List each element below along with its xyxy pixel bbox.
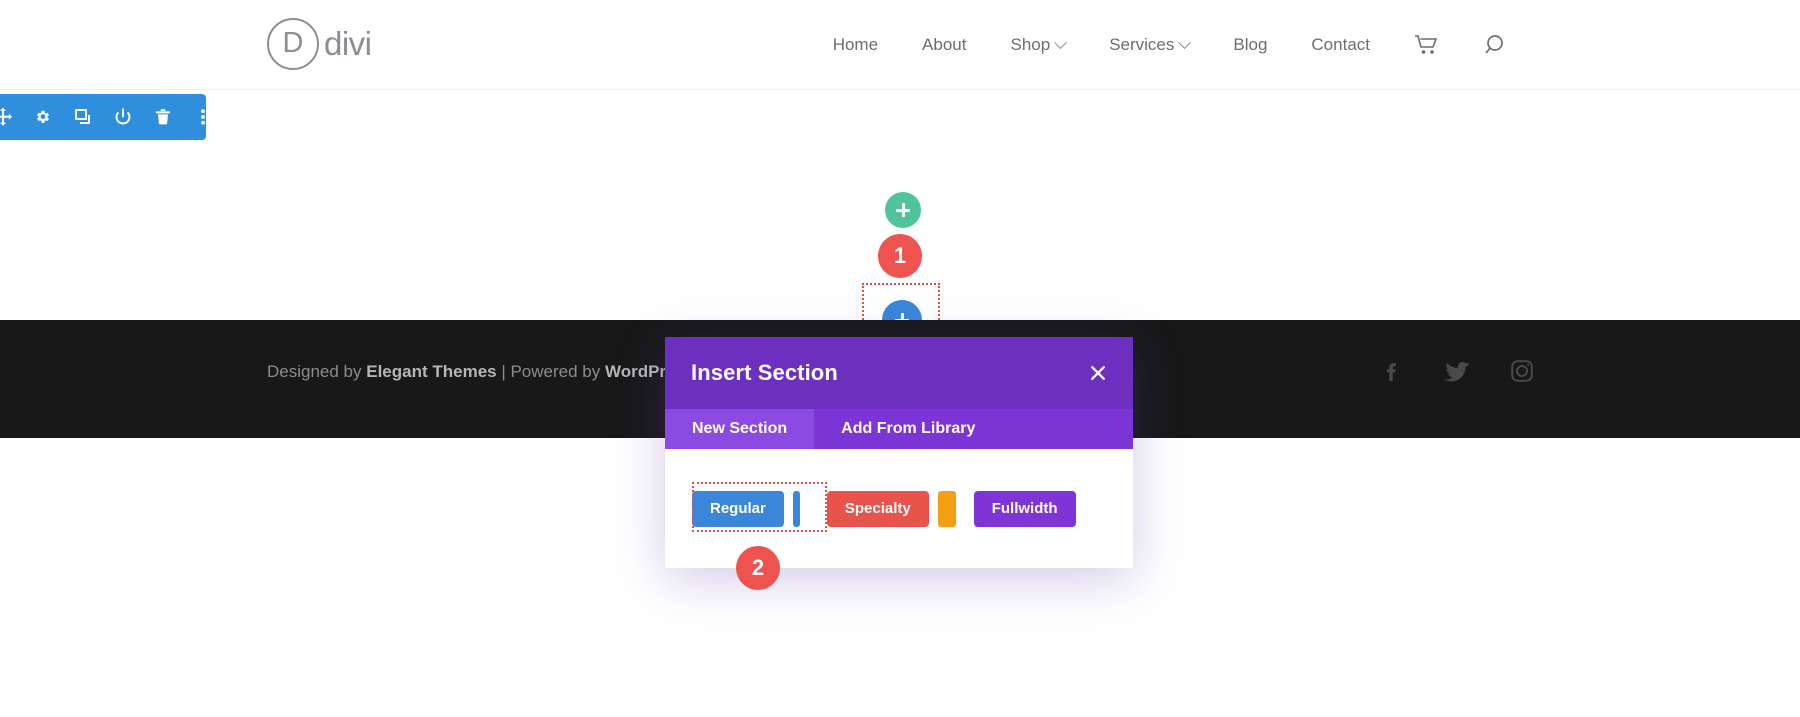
facebook-icon[interactable]: [1379, 358, 1405, 384]
footer-credit-prefix: Designed by: [267, 362, 366, 381]
cart-icon[interactable]: [1392, 34, 1462, 56]
tab-new-section[interactable]: New Section: [665, 409, 814, 449]
footer-credit-middle: | Powered by: [497, 362, 605, 381]
move-icon[interactable]: [0, 107, 13, 127]
section-type-fullwidth-button[interactable]: Fullwidth: [974, 491, 1076, 527]
section-type-options: Regular Specialty Fullwidth: [692, 491, 1076, 527]
add-section-above-button[interactable]: [885, 192, 921, 228]
twitter-icon[interactable]: [1443, 358, 1471, 384]
trash-icon[interactable]: [153, 107, 173, 127]
footer-brand-elegant-themes[interactable]: Elegant Themes: [366, 362, 496, 381]
gear-icon[interactable]: [33, 107, 53, 127]
step-badge-1: 1: [878, 234, 922, 278]
insert-section-modal: Insert Section New Section Add From Libr…: [665, 337, 1133, 568]
close-icon[interactable]: [1085, 360, 1111, 386]
nav-label: Home: [833, 35, 878, 55]
modal-title: Insert Section: [691, 360, 838, 386]
footer-credit: Designed by Elegant Themes | Powered by …: [267, 362, 694, 382]
site-logo[interactable]: D divi: [267, 18, 372, 70]
modal-body: Regular Specialty Fullwidth: [665, 449, 1133, 568]
tab-add-from-library[interactable]: Add From Library: [814, 409, 1002, 449]
search-icon[interactable]: [1462, 33, 1530, 57]
nav-label: Contact: [1311, 35, 1370, 55]
tab-label: New Section: [692, 420, 787, 438]
nav-item-shop[interactable]: Shop: [988, 35, 1087, 55]
nav-item-home[interactable]: Home: [811, 35, 900, 55]
divi-logo-icon: D: [267, 18, 319, 70]
plus-icon: [896, 203, 910, 217]
step-badge-2: 2: [736, 546, 780, 590]
nav-item-contact[interactable]: Contact: [1289, 35, 1392, 55]
screen: D divi Home About Shop Services Blog: [0, 0, 1800, 717]
instagram-icon[interactable]: [1509, 358, 1535, 384]
footer-social-links: [1379, 358, 1535, 384]
chevron-down-icon: [1054, 36, 1067, 49]
nav-item-blog[interactable]: Blog: [1211, 35, 1289, 55]
modal-header: Insert Section: [665, 337, 1133, 409]
duplicate-icon[interactable]: [73, 107, 93, 127]
nav-label: Blog: [1233, 35, 1267, 55]
section-type-label: Specialty: [845, 500, 911, 517]
section-type-label: Fullwidth: [992, 500, 1058, 517]
nav-label: About: [922, 35, 966, 55]
site-header: D divi Home About Shop Services Blog: [0, 0, 1800, 90]
tab-label: Add From Library: [841, 420, 975, 438]
section-type-regular-button[interactable]: Regular: [692, 491, 784, 527]
step-badge-label: 2: [752, 555, 764, 581]
regular-accent-bar: [793, 491, 800, 527]
section-toolbar: [0, 94, 206, 140]
step-badge-label: 1: [894, 243, 906, 269]
section-type-specialty-button[interactable]: Specialty: [827, 491, 929, 527]
power-icon[interactable]: [113, 107, 133, 127]
primary-navigation: Home About Shop Services Blog Contact: [811, 0, 1530, 90]
nav-item-about[interactable]: About: [900, 35, 988, 55]
chevron-down-icon: [1179, 36, 1192, 49]
more-options-icon[interactable]: [193, 107, 213, 127]
site-logo-text: divi: [324, 25, 372, 63]
section-type-label: Regular: [710, 500, 766, 517]
nav-label: Services: [1109, 35, 1174, 55]
modal-tabs: New Section Add From Library: [665, 409, 1133, 449]
nav-item-services[interactable]: Services: [1087, 35, 1211, 55]
nav-label: Shop: [1010, 35, 1050, 55]
specialty-accent-bar: [938, 491, 956, 527]
